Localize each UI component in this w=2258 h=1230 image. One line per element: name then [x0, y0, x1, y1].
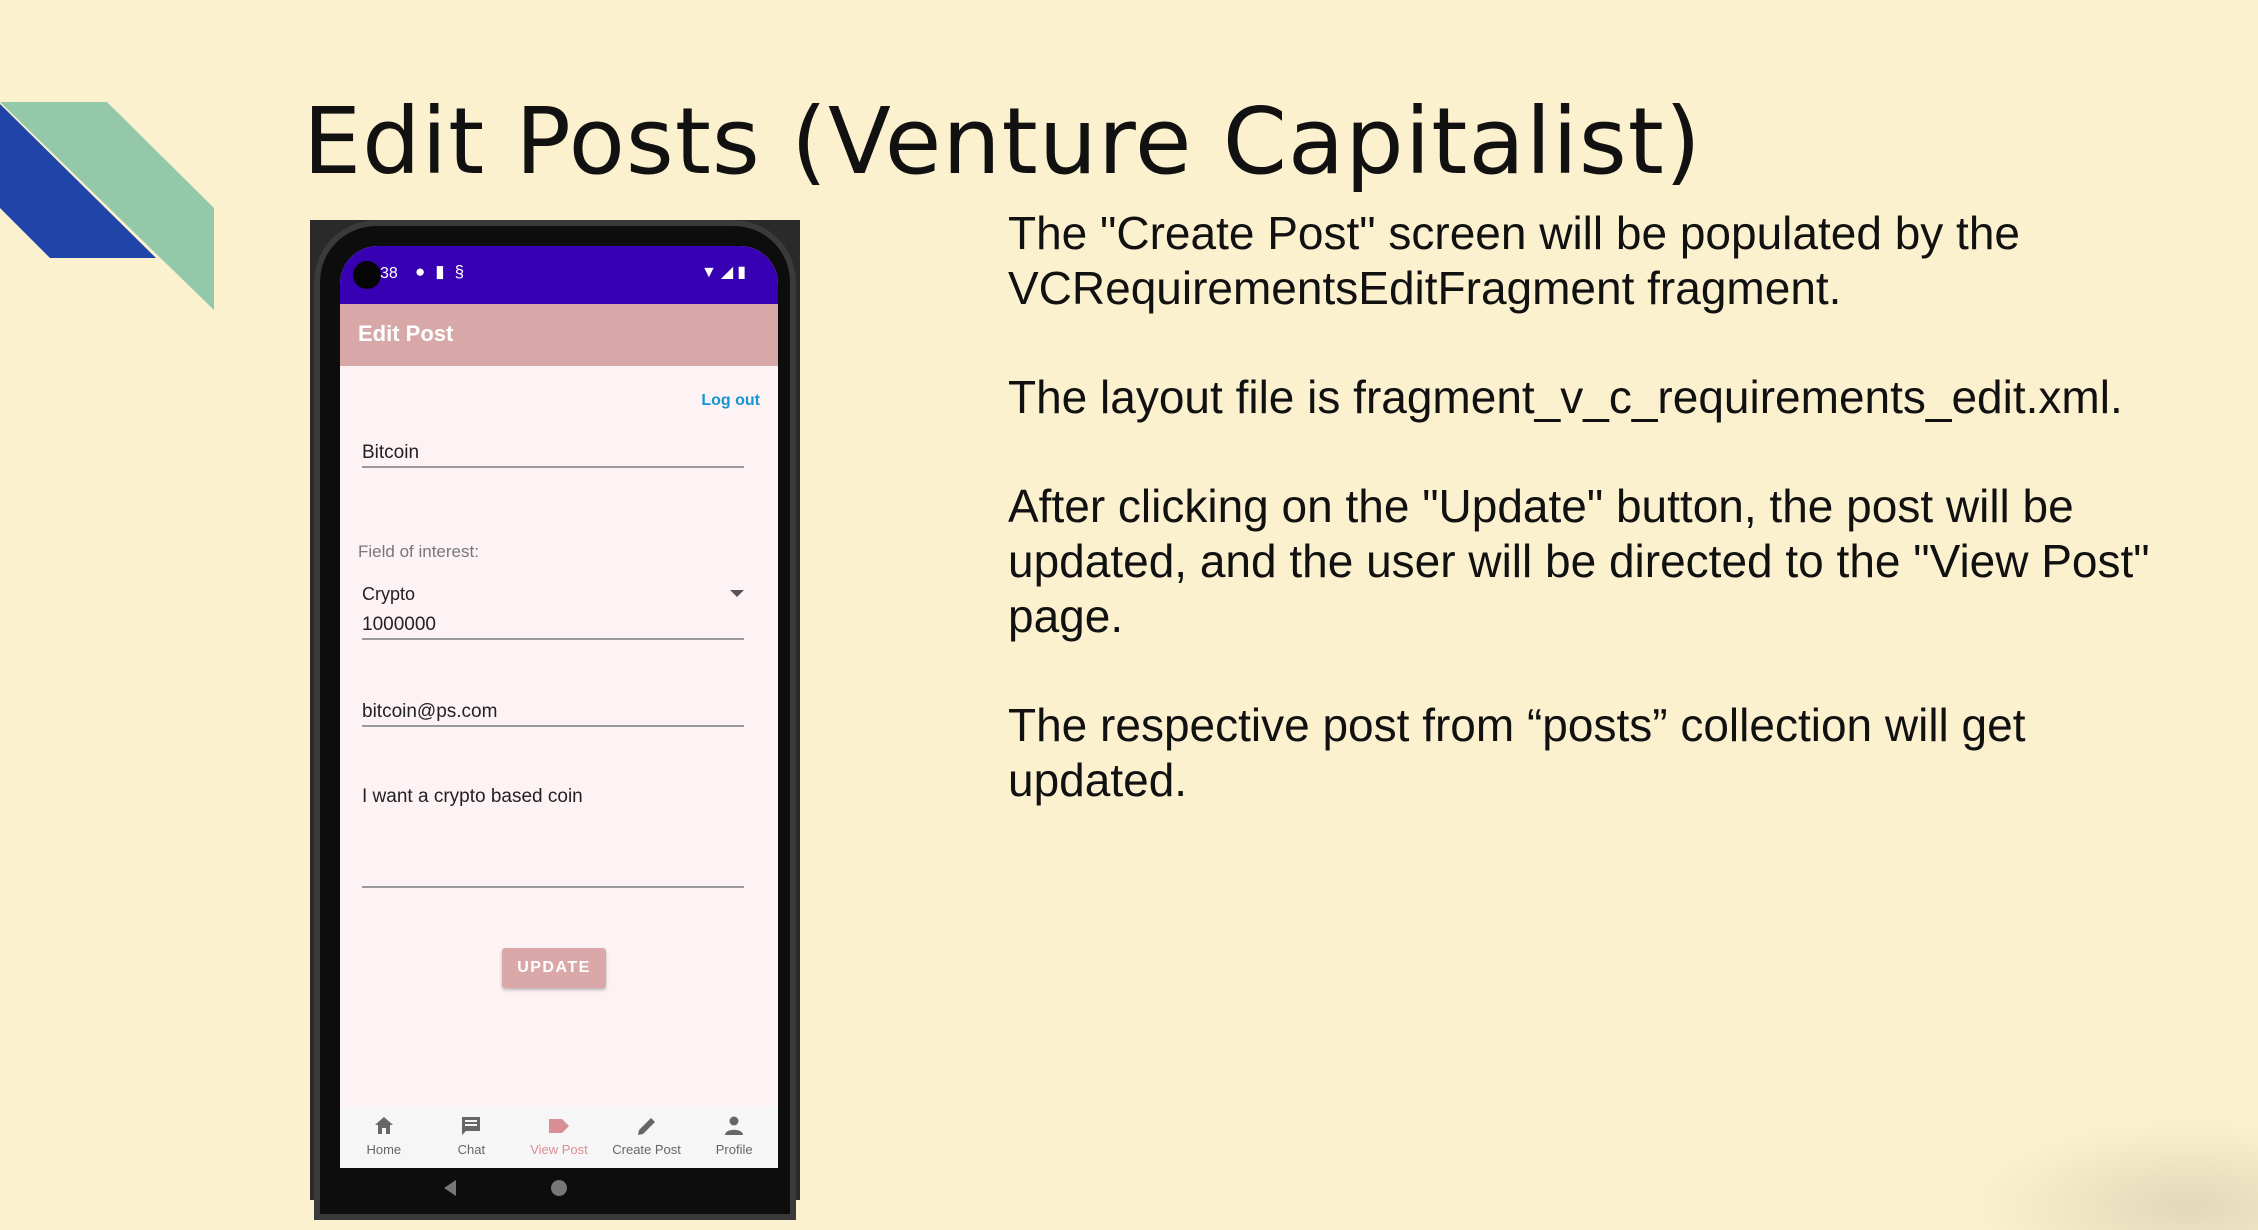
chat-icon	[462, 1117, 481, 1135]
phone-mockup: 38 ●▮§ ▼◢▮ Edit Post Log out Bitcoin Fie…	[310, 220, 800, 1220]
amount-field[interactable]: 1000000	[362, 614, 744, 640]
bottom-navigation: Home Chat View Post Create Post Profile	[340, 1106, 778, 1168]
signal-battery-icons: ▼◢▮	[701, 264, 750, 281]
phone-screen: 38 ●▮§ ▼◢▮ Edit Post Log out Bitcoin Fie…	[340, 246, 778, 1168]
paragraph-3: After clicking on the "Update" button, t…	[1008, 480, 2150, 642]
nav-chat[interactable]: Chat	[428, 1106, 516, 1168]
corner-shadow	[1950, 1110, 2258, 1230]
nav-create-post-label: Create Post	[612, 1142, 681, 1157]
status-bar: 38 ●▮§ ▼◢▮	[340, 246, 778, 304]
nav-home-label: Home	[366, 1142, 402, 1157]
back-key-icon[interactable]	[444, 1180, 456, 1196]
description-text: The "Create Post" screen will be populat…	[1008, 206, 2158, 862]
nav-profile[interactable]: Profile	[690, 1106, 778, 1168]
camera-hole	[353, 261, 381, 289]
nav-create-post[interactable]: Create Post	[603, 1106, 691, 1168]
nav-view-post-label: View Post	[530, 1142, 588, 1157]
description-field[interactable]: I want a crypto based coin	[362, 786, 744, 888]
paragraph-4: The respective post from “posts” collect…	[1008, 699, 2026, 806]
title-field[interactable]: Bitcoin	[362, 442, 744, 468]
interest-dropdown[interactable]: Crypto	[362, 584, 744, 612]
update-button[interactable]: UPDATE	[502, 948, 606, 988]
interest-selected: Crypto	[362, 584, 416, 604]
notification-icons: ●▮§	[415, 262, 475, 281]
app-bar: Edit Post	[340, 304, 778, 366]
home-icon	[374, 1117, 393, 1134]
nav-profile-label: Profile	[715, 1142, 753, 1157]
corner-decoration	[0, 102, 214, 310]
logout-link[interactable]: Log out	[701, 392, 760, 410]
app-bar-title: Edit Post	[358, 321, 454, 346]
nav-chat-label: Chat	[457, 1142, 486, 1157]
system-nav-keys	[444, 1180, 567, 1196]
paragraph-1: The "Create Post" screen will be populat…	[1008, 207, 2020, 314]
paragraph-2: The layout file is fragment_v_c_requirem…	[1008, 371, 2123, 423]
home-key-icon[interactable]	[551, 1180, 567, 1196]
dropdown-caret-icon	[730, 590, 744, 597]
nav-home[interactable]: Home	[340, 1106, 428, 1168]
phone-frame: 38 ●▮§ ▼◢▮ Edit Post Log out Bitcoin Fie…	[314, 220, 796, 1220]
slide-title: Edit Posts (Venture Capitalist)	[303, 88, 1702, 195]
interest-label: Field of interest:	[358, 542, 479, 561]
pencil-icon	[637, 1118, 655, 1135]
label-icon	[548, 1119, 569, 1133]
status-time: 38	[380, 265, 398, 282]
person-icon	[725, 1116, 744, 1135]
nav-view-post[interactable]: View Post	[515, 1106, 603, 1168]
email-field[interactable]: bitcoin@ps.com	[362, 701, 744, 727]
